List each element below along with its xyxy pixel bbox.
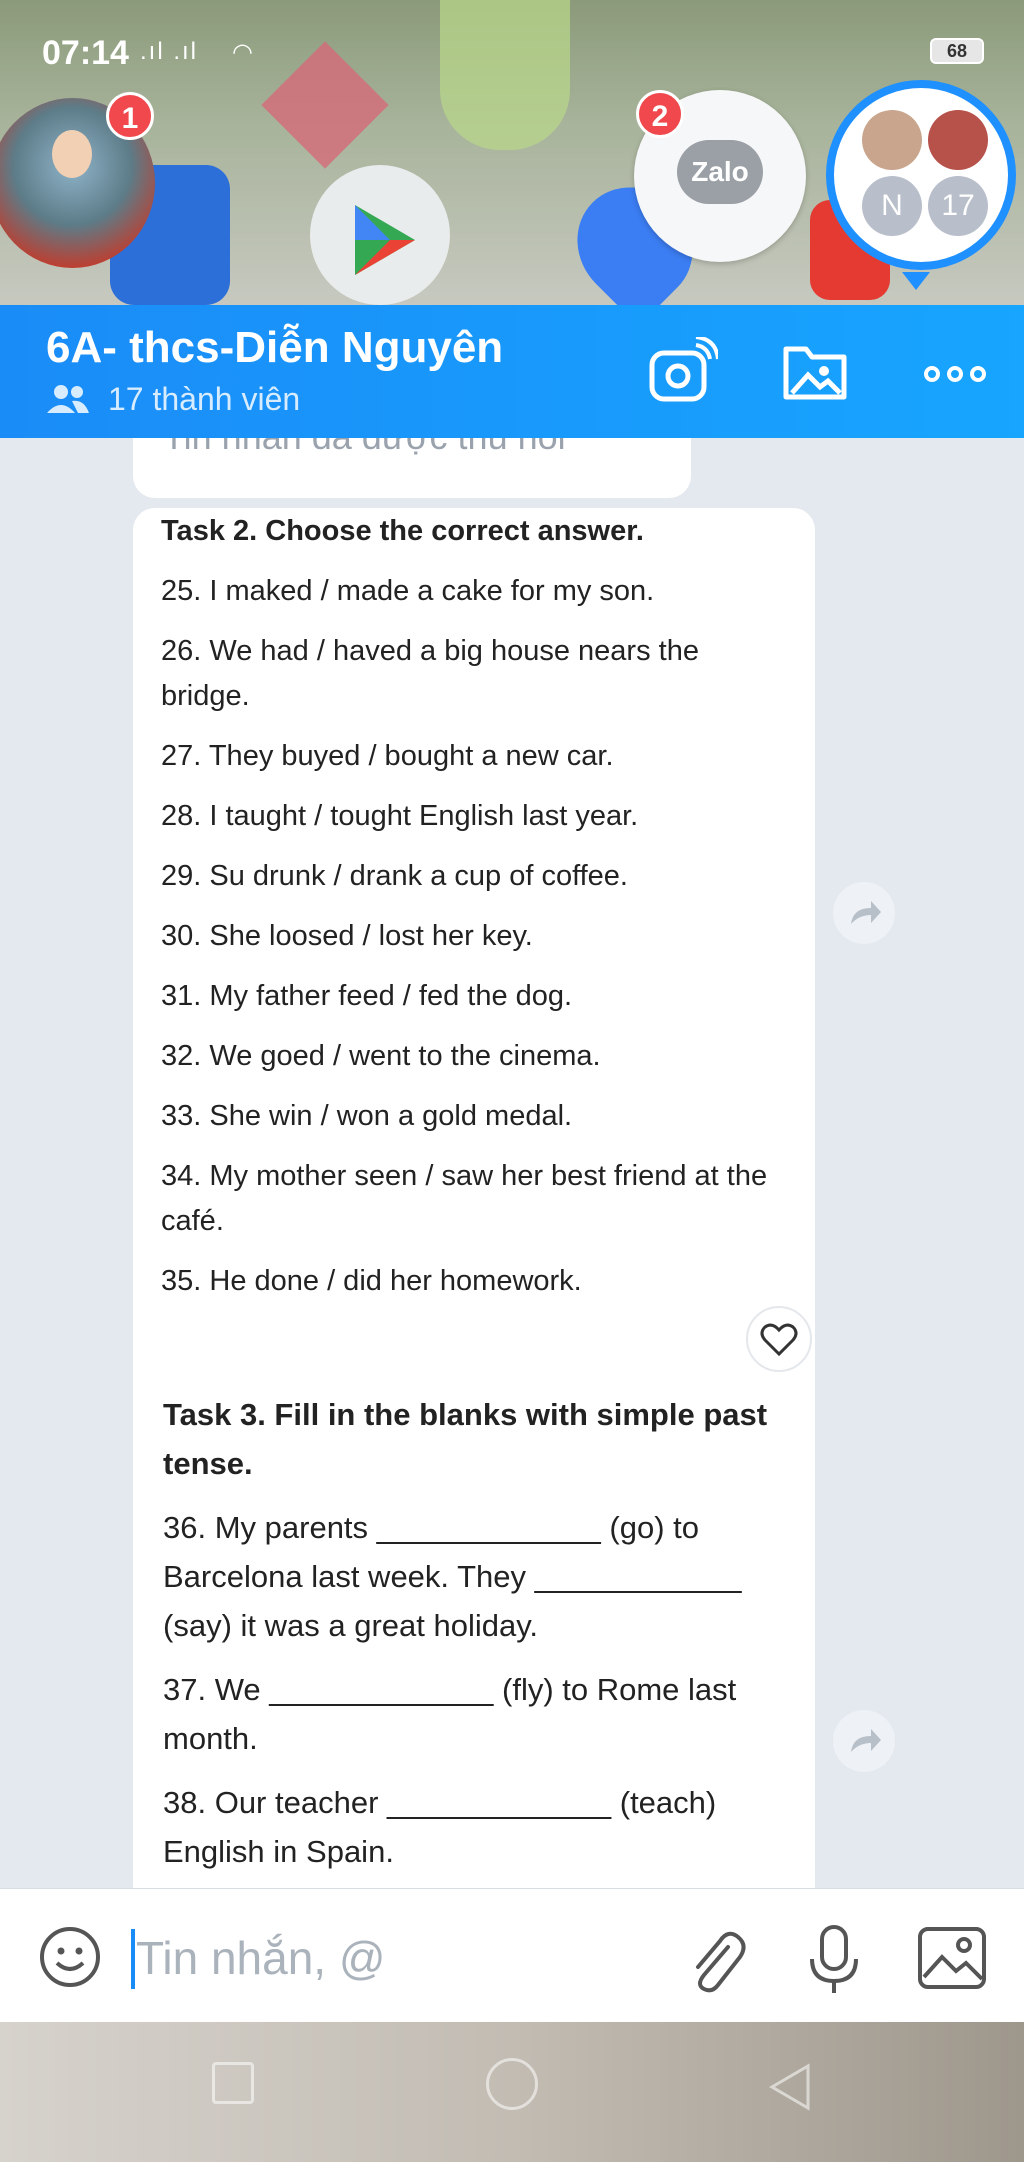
lantern-decoration [440, 0, 570, 150]
signal-icon: .ıl .ıl [140, 38, 199, 65]
recalled-message: Tin nhắn đã được thu hồi [133, 438, 691, 498]
share-button[interactable] [833, 882, 895, 944]
group-title[interactable]: 6A- thcs-Diễn Nguyên [46, 323, 503, 373]
message-bubble-task3[interactable]: Task 3. Fill in the blanks with simple p… [133, 1380, 815, 1888]
unread-badge: 2 [636, 90, 684, 138]
members-icon [47, 385, 89, 413]
question-line: 38. Our teacher _____________ (teach) En… [163, 1785, 717, 1869]
kite-decoration [261, 41, 389, 169]
pointer-icon [902, 272, 930, 290]
question-line: 26. We had / haved a big house nears the… [161, 635, 699, 712]
media-folder-icon[interactable] [780, 337, 850, 407]
message-composer: Tin nhắn, @ [0, 1888, 1024, 2022]
attachment-icon[interactable] [682, 1925, 746, 1995]
avatar [52, 130, 92, 178]
wifi-icon: ◠ [232, 39, 255, 66]
forward-icon [851, 901, 881, 924]
avatar [928, 110, 988, 170]
question-line: 34. My mother seen / saw her best friend… [161, 1160, 768, 1237]
battery-icon: 68 [930, 38, 984, 64]
microphone-icon[interactable] [804, 1923, 864, 1997]
member-count-avatar: 17 [928, 176, 988, 236]
message-list[interactable]: Tin nhắn đã được thu hồi Task 2. Choose … [0, 438, 1024, 1888]
text-cursor [131, 1929, 135, 1989]
question-line: 33. She win / won a gold medal. [161, 1100, 573, 1132]
status-time: 07:14 [42, 34, 129, 72]
heart-icon [760, 1323, 798, 1357]
question-line: 36. My parents _____________ (go) to Bar… [163, 1510, 742, 1643]
question-line: 25. I maked / made a cake for my son. [161, 575, 655, 607]
unread-badge: 1 [106, 92, 154, 140]
camera-live-icon[interactable] [648, 337, 718, 407]
question-line: 32. We goed / went to the cinema. [161, 1040, 601, 1072]
task-heading: Task 2. Choose the correct answer. [161, 515, 644, 547]
chat-header: 6A- thcs-Diễn Nguyên 17 thành viên [0, 305, 1024, 438]
avatar [862, 110, 922, 170]
member-count[interactable]: 17 thành viên [108, 381, 300, 418]
recents-button[interactable] [212, 2062, 254, 2104]
chat-head-group[interactable]: N 17 [826, 80, 1016, 270]
task-heading: Task 3. Fill in the blanks with simple p… [163, 1397, 768, 1481]
question-line: 27. They buyed / bought a new car. [161, 740, 614, 772]
question-line: 35. He done / did her homework. [161, 1265, 582, 1297]
home-button[interactable] [486, 2058, 538, 2110]
image-picker-icon[interactable] [916, 1925, 988, 1991]
forward-icon [851, 1729, 881, 1752]
question-line: 29. Su drunk / drank a cup of coffee. [161, 860, 628, 892]
question-line: 30. She loosed / lost her key. [161, 920, 533, 952]
question-line: 28. I taught / tought English last year. [161, 800, 639, 832]
question-line: 31. My father feed / fed the dog. [161, 980, 573, 1012]
message-input[interactable]: Tin nhắn, @ [136, 1931, 386, 1985]
like-button[interactable] [746, 1306, 812, 1372]
system-nav-bar [0, 2022, 1024, 2162]
more-options-icon[interactable] [920, 337, 990, 407]
play-store-icon [310, 165, 450, 305]
emoji-icon[interactable] [38, 1925, 102, 1989]
share-button[interactable] [833, 1710, 895, 1772]
zalo-logo-icon: Zalo [677, 140, 763, 204]
wallpaper-area: 07:14 .ıl .ıl ◠ 68 1 Zalo 2 N 17 [0, 0, 1024, 305]
recalled-text: Tin nhắn đã được thu hồi [163, 438, 566, 458]
question-line: 37. We _____________ (fly) to Rome last … [163, 1672, 737, 1756]
avatar: N [862, 176, 922, 236]
back-icon[interactable] [768, 2062, 812, 2112]
